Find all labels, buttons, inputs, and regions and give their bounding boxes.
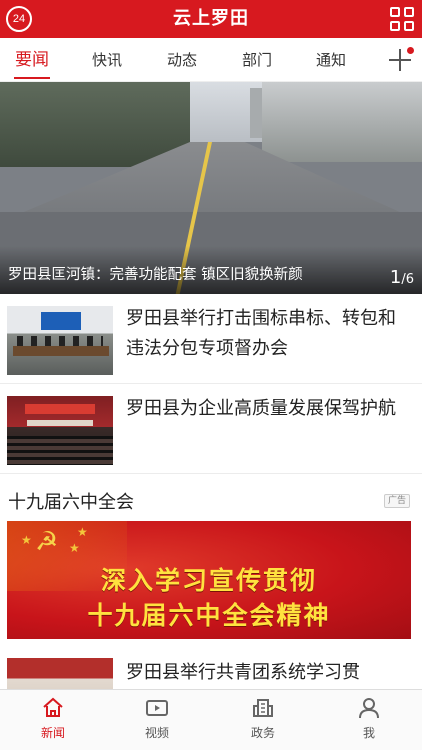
news-title: 罗田县为企业高质量发展保驾护航 <box>126 398 396 419</box>
tab-kuaixun[interactable]: 快讯 <box>77 38 137 82</box>
tab-dongtai[interactable]: 动态 <box>152 38 212 82</box>
news-thumbnail <box>7 658 113 690</box>
topic-section: 十九届六中全会 广告 ☭ ★ ★ ★ 深入学习宣传贯彻 十九届六中全会精神 <box>0 476 422 646</box>
news-item[interactable]: 罗田县举行打击围标串标、转包和违法分包专项督办会 <box>0 294 422 384</box>
category-tabs: 要闻 快讯 动态 部门 通知 <box>0 38 422 82</box>
hero-caption: 罗田县匡河镇：完善功能配套 镇区旧貌换新颜 <box>8 267 303 283</box>
grid-menu-icon[interactable] <box>390 7 414 31</box>
star-icon: ★ <box>21 533 32 547</box>
news-thumbnail <box>7 306 113 375</box>
tab-bumen[interactable]: 部门 <box>227 38 287 82</box>
user-icon <box>359 698 379 719</box>
app-title: 云上罗田 <box>173 8 249 29</box>
video-icon <box>146 700 168 716</box>
nav-video[interactable]: 视频 <box>104 690 210 750</box>
news-title: 罗田县举行打击围标串标、转包和违法分包专项督办会 <box>126 308 396 359</box>
star-icon: ★ <box>69 541 80 555</box>
banner-line-2: 十九届六中全会精神 <box>87 601 331 630</box>
nav-news[interactable]: 新闻 <box>0 690 106 750</box>
nav-me[interactable]: 我 <box>316 690 422 750</box>
hero-carousel[interactable]: 罗田县匡河镇：完善功能配套 镇区旧貌换新颜 1/6 <box>0 82 422 294</box>
party-emblem-icon: ☭ <box>35 527 59 557</box>
news-thumbnail <box>7 396 113 465</box>
news-item[interactable]: 罗田县举行共青团系统学习贯 <box>0 646 422 690</box>
home-icon <box>43 697 63 717</box>
news-title: 罗田县举行共青团系统学习贯 <box>126 662 360 683</box>
promo-banner[interactable]: ☭ ★ ★ ★ 深入学习宣传贯彻 十九届六中全会精神 <box>7 521 411 639</box>
tab-tongzhi[interactable]: 通知 <box>301 38 361 82</box>
nav-government[interactable]: 政务 <box>210 690 316 750</box>
banner-line-1: 深入学习宣传贯彻 <box>100 566 317 595</box>
news-item[interactable]: 罗田县为企业高质量发展保驾护航 <box>0 384 422 474</box>
section-title[interactable]: 十九届六中全会 <box>8 488 134 514</box>
star-icon: ★ <box>77 525 88 539</box>
notification-dot <box>407 47 414 54</box>
add-channel-icon[interactable] <box>388 47 414 73</box>
app-header: 24 云上罗田 <box>0 0 422 38</box>
tab-yaowen[interactable]: 要闻 <box>2 38 62 82</box>
ad-badge: 广告 <box>383 494 410 508</box>
carousel-counter: 1/6 <box>389 267 414 288</box>
bottom-nav: 新闻 视频 政务 我 <box>0 689 422 750</box>
building-icon <box>253 699 273 717</box>
